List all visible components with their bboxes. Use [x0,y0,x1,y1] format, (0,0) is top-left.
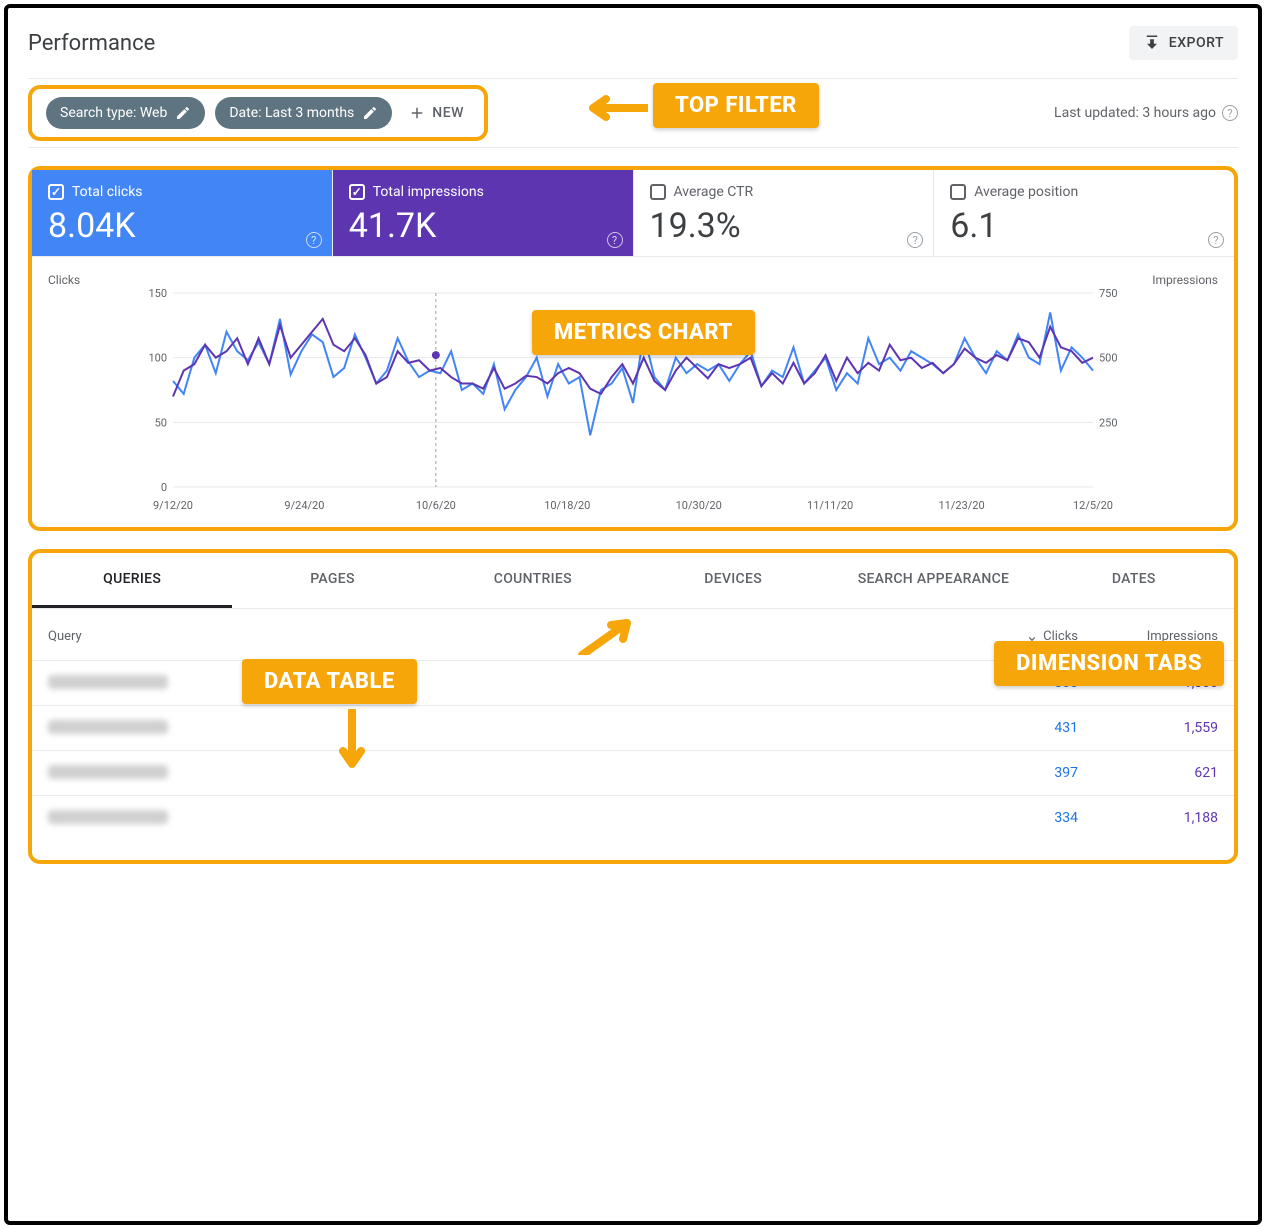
query-text [48,720,168,734]
cell-clicks: 397 [938,765,1078,781]
metric-position-value: 6.1 [950,206,1218,246]
query-text [48,810,168,824]
cell-impressions: 1,559 [1078,720,1218,736]
svg-text:10/18/20: 10/18/20 [544,499,590,512]
svg-text:9/12/20: 9/12/20 [153,499,193,512]
tab-search-appearance[interactable]: SEARCH APPEARANCE [833,553,1033,608]
svg-text:50: 50 [155,416,167,429]
callout-dimension-tabs: DIMENSION TABS [994,641,1224,686]
tab-pages[interactable]: PAGES [232,553,432,608]
column-query[interactable]: Query [48,629,938,644]
table-row[interactable]: 4311,559 [32,705,1234,750]
cell-clicks: 431 [938,720,1078,736]
metric-clicks-label: Total clicks [72,184,143,200]
tab-queries[interactable]: QUERIES [32,553,232,608]
filter-search-type-label: Search type: Web [60,105,167,121]
cell-clicks: 334 [938,810,1078,826]
checkbox-icon [650,184,666,200]
svg-text:100: 100 [148,352,167,365]
arrow-icon [577,615,637,655]
metric-card-position[interactable]: Average position 6.1 ? [934,170,1234,256]
callout-data-table: DATA TABLE [242,659,417,704]
last-updated-text: Last updated: 3 hours ago [1054,105,1216,121]
help-icon[interactable]: ? [907,232,923,248]
svg-text:250: 250 [1099,416,1118,429]
metric-position-label: Average position [974,184,1078,200]
metric-card-ctr[interactable]: Average CTR 19.3% ? [634,170,935,256]
metric-card-clicks[interactable]: Total clicks 8.04K ? [32,170,333,256]
tab-devices[interactable]: DEVICES [633,553,833,608]
svg-text:500: 500 [1099,352,1118,365]
pencil-icon [362,105,378,121]
metric-impressions-label: Total impressions [373,184,484,200]
checkbox-icon [349,184,365,200]
help-icon[interactable]: ? [1208,232,1224,248]
callout-metrics-chart: METRICS CHART [532,310,755,355]
arrow-icon [337,709,367,779]
svg-text:750: 750 [1099,287,1118,300]
filter-search-type[interactable]: Search type: Web [46,97,205,129]
metric-ctr-value: 19.3% [650,206,918,246]
export-label: EXPORT [1169,35,1224,51]
checkbox-icon [950,184,966,200]
tab-dates[interactable]: DATES [1034,553,1234,608]
table-row[interactable]: 3341,188 [32,795,1234,840]
axis-right-label: Impressions [1152,273,1218,287]
query-text [48,675,168,689]
svg-text:12/5/20: 12/5/20 [1073,499,1113,512]
tab-countries[interactable]: COUNTRIES [433,553,633,608]
page-title: Performance [28,31,155,56]
filter-date-range[interactable]: Date: Last 3 months [215,97,392,129]
arrow-icon [578,93,648,123]
plus-icon [408,104,426,122]
svg-text:11/11/20: 11/11/20 [807,499,853,512]
svg-text:10/30/20: 10/30/20 [676,499,722,512]
filter-container: Search type: Web Date: Last 3 months NEW [28,85,488,141]
svg-text:11/23/20: 11/23/20 [938,499,984,512]
metric-card-impressions[interactable]: Total impressions 41.7K ? [333,170,634,256]
query-text [48,765,168,779]
metric-impressions-value: 41.7K [349,206,617,246]
svg-text:150: 150 [148,287,167,300]
help-icon[interactable]: ? [306,232,322,248]
metrics-chart-section: Total clicks 8.04K ? Total impressions 4… [28,166,1238,531]
pencil-icon [175,105,191,121]
filter-date-label: Date: Last 3 months [229,105,354,121]
help-icon[interactable]: ? [1222,105,1238,121]
cell-impressions: 1,188 [1078,810,1218,826]
export-button[interactable]: EXPORT [1129,26,1238,60]
download-icon [1143,34,1161,52]
metric-clicks-value: 8.04K [48,206,316,246]
cell-impressions: 621 [1078,765,1218,781]
axis-left-label: Clicks [48,273,80,287]
svg-text:10/6/20: 10/6/20 [416,499,456,512]
data-table-section: QUERIESPAGESCOUNTRIESDEVICESSEARCH APPEA… [28,549,1238,864]
last-updated: Last updated: 3 hours ago ? [1054,105,1238,121]
metric-ctr-label: Average CTR [674,184,754,200]
new-filter-label: NEW [432,105,464,121]
checkbox-icon [48,184,64,200]
svg-text:0: 0 [161,481,167,494]
table-row[interactable]: 397621 [32,750,1234,795]
callout-top-filter: TOP FILTER [653,83,819,128]
add-filter-button[interactable]: NEW [402,104,470,122]
help-icon[interactable]: ? [607,232,623,248]
svg-text:9/24/20: 9/24/20 [284,499,324,512]
